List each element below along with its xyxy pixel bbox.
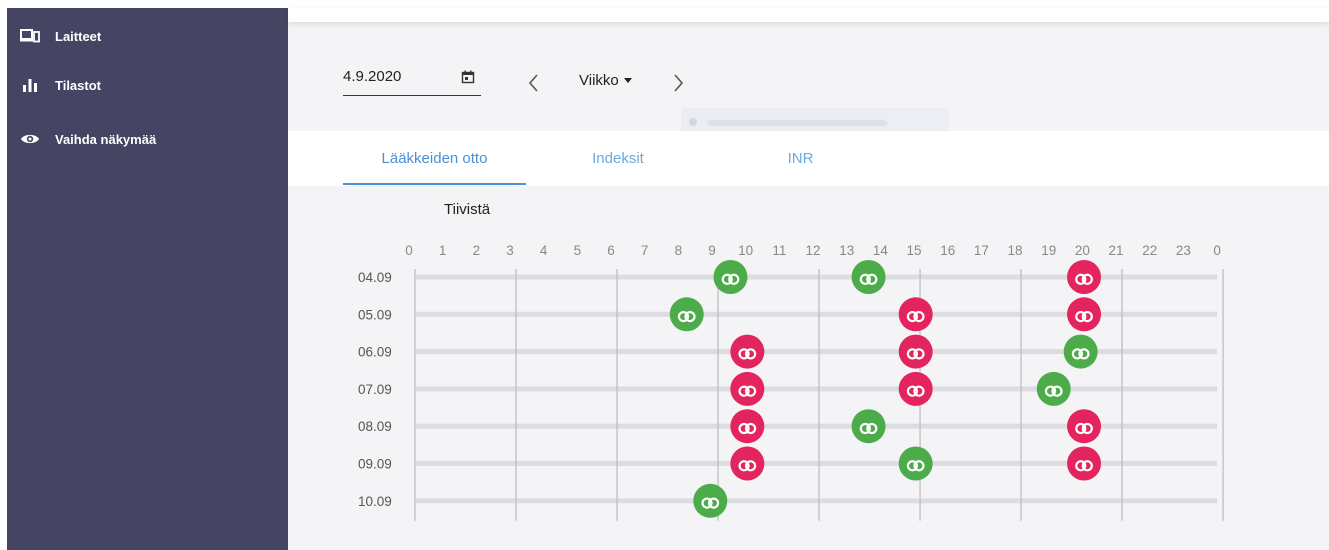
dose-taken-point[interactable] xyxy=(898,446,933,481)
devices-icon xyxy=(19,25,41,47)
hour-tick-label: 21 xyxy=(1109,243,1124,258)
hour-tick-label: 6 xyxy=(607,243,615,258)
date-tick-label: 04.09 xyxy=(358,270,392,285)
medication-timeline-chart: 0 1 2 3 4 5 6 7 8 9 10 11 12 13 14 15 16 17 18 19 20 21 22 23 0 … xyxy=(358,243,1224,521)
dose-taken-point[interactable] xyxy=(851,260,886,294)
bar-chart-icon xyxy=(19,74,41,96)
dose-missed-point[interactable] xyxy=(730,409,765,444)
hour-tick-label: 14 xyxy=(873,243,889,258)
hour-tick-label: 9 xyxy=(708,243,716,258)
hour-tick-label: 19 xyxy=(1041,243,1056,258)
sidebar-item-label: Vaihda näkymää xyxy=(55,131,157,147)
dose-taken-point[interactable] xyxy=(713,260,748,294)
hour-tick-label: 22 xyxy=(1142,243,1157,258)
dose-taken-point[interactable] xyxy=(1036,371,1071,406)
sidebar: Laitteet Tilastot Vaihda näkymää xyxy=(7,8,288,550)
dose-taken-point[interactable] xyxy=(669,297,704,332)
hour-tick-label: 3 xyxy=(506,243,514,258)
sidebar-item-vaihda-nakymaa[interactable]: Vaihda näkymää xyxy=(19,125,156,153)
main-content: 4.9.2020 Viikko Lääkkeiden otto Indeksit… xyxy=(288,8,1329,550)
hour-tick-label: 16 xyxy=(940,243,955,258)
dose-taken-point[interactable] xyxy=(851,409,886,444)
hour-tick-label: 17 xyxy=(974,243,989,258)
hour-tick-label: 0 xyxy=(1213,243,1221,258)
hour-tick-label: 13 xyxy=(839,243,854,258)
date-tick-label: 05.09 xyxy=(358,307,392,322)
day-track xyxy=(416,498,1218,504)
dose-missed-point[interactable] xyxy=(1067,409,1102,444)
eye-icon xyxy=(19,128,41,150)
sidebar-item-tilastot[interactable]: Tilastot xyxy=(19,71,101,99)
hour-tick-label: 20 xyxy=(1075,243,1090,258)
sidebar-item-label: Laitteet xyxy=(55,28,102,44)
dose-missed-point[interactable] xyxy=(898,371,933,406)
dose-taken-point[interactable] xyxy=(693,483,728,518)
date-axis: 04.09 05.09 06.09 07.09 08.09 09.09 10.09 xyxy=(358,270,392,509)
sidebar-item-laitteet[interactable]: Laitteet xyxy=(19,22,101,50)
hour-tick-label: 1 xyxy=(439,243,447,258)
date-tick-label: 09.09 xyxy=(358,457,392,472)
hour-tick-label: 23 xyxy=(1176,243,1191,258)
dose-missed-point[interactable] xyxy=(898,297,933,332)
hour-tick-label: 5 xyxy=(574,243,582,258)
hour-axis: 0 1 2 3 4 5 6 7 8 9 10 11 12 13 14 15 16 17 18 19 20 21 22 23 0 xyxy=(405,243,1221,258)
sidebar-item-label: Tilastot xyxy=(55,77,101,93)
hour-tick-label: 0 xyxy=(405,243,413,258)
hour-tick-label: 18 xyxy=(1008,243,1023,258)
hour-tick-label: 11 xyxy=(772,243,786,258)
hour-tick-label: 8 xyxy=(675,243,683,258)
hour-tick-label: 2 xyxy=(473,243,481,258)
date-tick-label: 06.09 xyxy=(358,345,392,360)
dose-missed-point[interactable] xyxy=(730,371,765,406)
dose-missed-point[interactable] xyxy=(1067,260,1102,294)
chart-grid xyxy=(414,269,1224,521)
hour-tick-label: 7 xyxy=(641,243,649,258)
dose-missed-point[interactable] xyxy=(898,334,933,369)
hour-tick-label: 10 xyxy=(738,243,753,258)
date-tick-label: 07.09 xyxy=(358,382,392,397)
dose-missed-point[interactable] xyxy=(730,446,765,481)
hour-tick-label: 12 xyxy=(806,243,821,258)
date-tick-label: 08.09 xyxy=(358,419,392,434)
dose-missed-point[interactable] xyxy=(1067,446,1102,481)
hour-tick-label: 15 xyxy=(907,243,922,258)
date-tick-label: 10.09 xyxy=(358,494,392,509)
hour-tick-label: 4 xyxy=(540,243,548,258)
day-track xyxy=(416,386,1218,392)
dose-missed-point[interactable] xyxy=(1067,297,1102,332)
dose-taken-point[interactable] xyxy=(1063,334,1098,369)
dose-missed-point[interactable] xyxy=(730,334,765,369)
